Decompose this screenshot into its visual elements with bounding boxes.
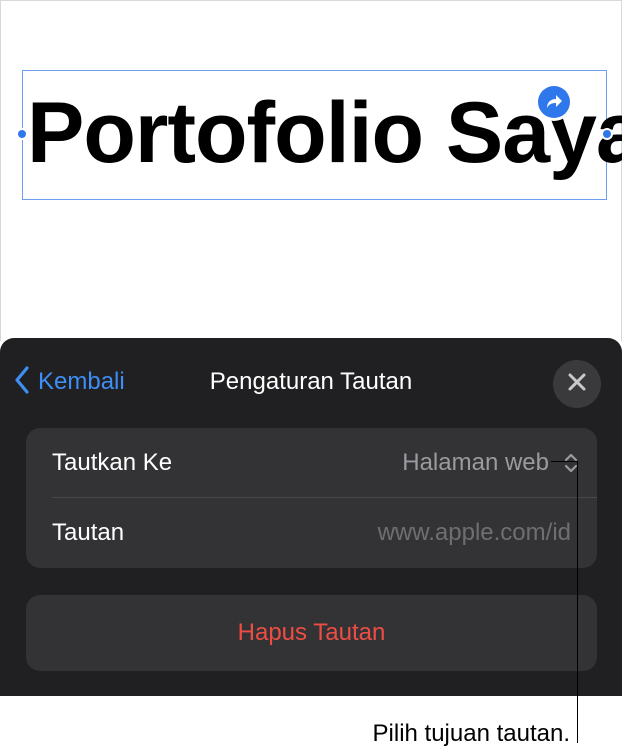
panel-title: Pengaturan Tautan: [209, 368, 413, 395]
link-to-value: Halaman web: [402, 449, 549, 476]
link-label: Tautan: [52, 519, 125, 546]
callout-leader-vertical: [577, 461, 578, 743]
document-title: Portofolio Saya: [27, 85, 622, 181]
link-to-label: Tautkan Ke: [52, 449, 173, 476]
callout-leader-horizontal: [551, 461, 578, 462]
link-row[interactable]: Tautan www.apple.com/id: [26, 498, 597, 568]
close-button[interactable]: [553, 360, 601, 408]
close-icon: [568, 373, 586, 396]
callout-text: Pilih tujuan tautan.: [372, 720, 570, 747]
link-url-field[interactable]: www.apple.com/id: [378, 519, 571, 547]
link-to-row[interactable]: Tautkan Ke Halaman web: [26, 428, 597, 498]
remove-link-button[interactable]: Hapus Tautan: [26, 595, 597, 671]
link-arrow-icon: [538, 86, 570, 118]
link-badge[interactable]: [535, 83, 573, 121]
selected-text-box[interactable]: Portofolio Saya: [16, 70, 622, 200]
resize-handle-right[interactable]: [601, 128, 613, 140]
resize-handle-left[interactable]: [16, 128, 28, 140]
document-canvas: Portofolio Saya Kembali Pengaturan Tauta…: [0, 0, 622, 755]
remove-link-label: Hapus Tautan: [237, 619, 386, 646]
link-settings-group: Tautkan Ke Halaman web Tautan www.apple.…: [26, 428, 597, 568]
